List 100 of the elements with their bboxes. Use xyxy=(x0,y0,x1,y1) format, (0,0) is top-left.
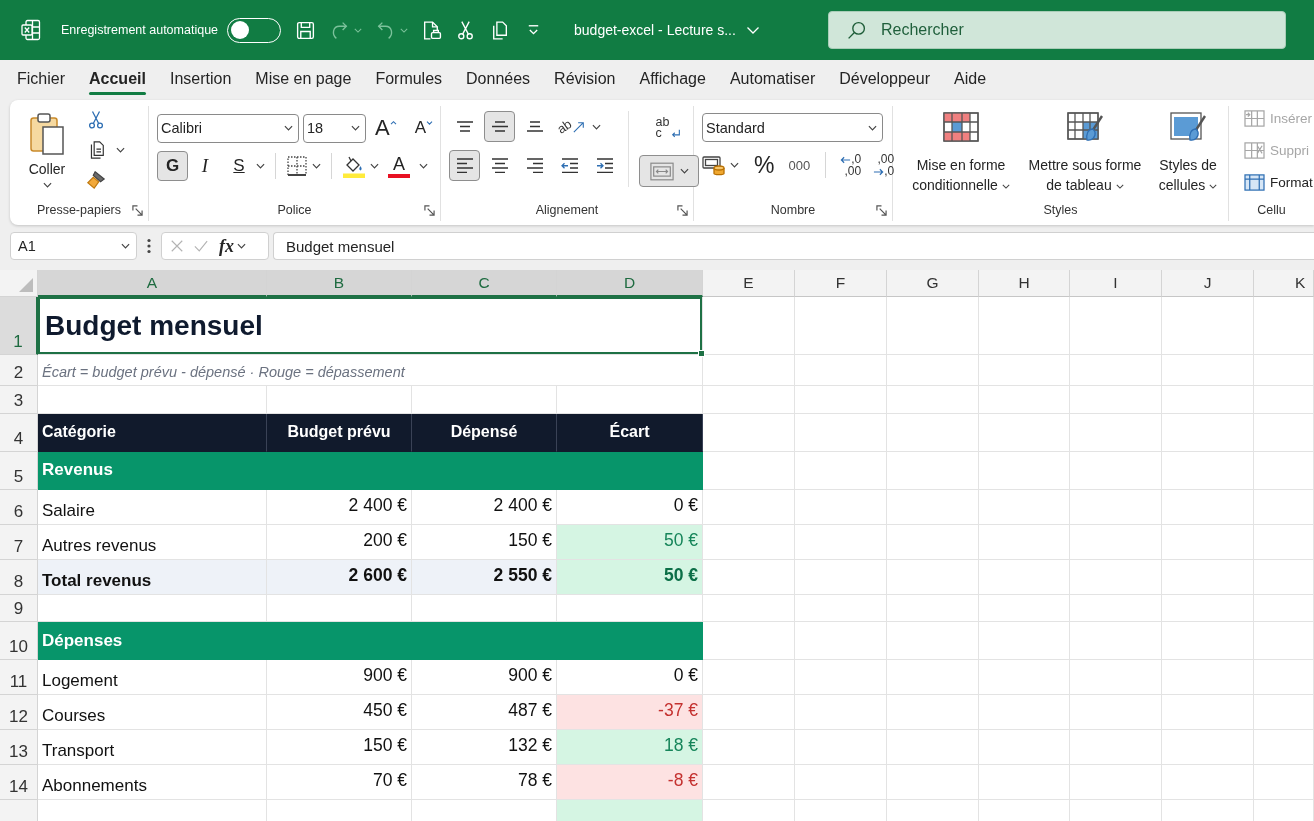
caret-icon[interactable] xyxy=(256,163,265,169)
format-cells-button[interactable]: Format xyxy=(1243,170,1314,194)
empty-cell[interactable] xyxy=(979,594,1070,622)
empty-cell[interactable] xyxy=(979,559,1070,595)
empty-cell[interactable] xyxy=(1162,451,1254,490)
menu-tab[interactable]: Formules xyxy=(363,60,455,98)
number-format-dropdown[interactable]: Standard xyxy=(702,113,883,142)
empty-cell[interactable] xyxy=(1162,297,1254,355)
caret-icon[interactable] xyxy=(419,163,428,169)
row-header[interactable]: 10 xyxy=(0,622,38,660)
check-icon[interactable] xyxy=(194,239,208,253)
format-as-table-button[interactable]: Mettre sous forme de tableau xyxy=(1020,108,1150,198)
menu-tab[interactable]: Affichage xyxy=(627,60,718,98)
empty-cell[interactable] xyxy=(1162,730,1254,765)
empty-cell[interactable] xyxy=(979,413,1070,452)
empty-cell[interactable] xyxy=(979,386,1070,414)
caret-icon[interactable] xyxy=(116,147,125,153)
percent-button[interactable]: % xyxy=(749,150,780,180)
empty-cell[interactable] xyxy=(795,413,887,452)
empty-cell[interactable] xyxy=(1070,594,1162,622)
cancel-icon[interactable] xyxy=(170,239,184,253)
empty-cell[interactable] xyxy=(1070,559,1162,595)
empty-cell[interactable] xyxy=(1254,622,1314,660)
decrease-decimal-button[interactable]: ,00 ,0 xyxy=(869,150,899,180)
empty-cell[interactable] xyxy=(887,695,979,730)
empty-cell[interactable] xyxy=(979,622,1070,660)
empty-cell[interactable] xyxy=(795,355,887,386)
dialog-launcher-icon[interactable] xyxy=(876,204,887,216)
empty-cell[interactable] xyxy=(1254,730,1314,765)
empty-cell[interactable] xyxy=(1070,451,1162,490)
empty-cell[interactable] xyxy=(887,489,979,525)
menu-tab[interactable]: Insertion xyxy=(157,60,244,98)
row-header[interactable]: 8 xyxy=(0,559,38,595)
empty-cell[interactable] xyxy=(979,355,1070,386)
bold-button[interactable]: G xyxy=(157,151,188,181)
empty-cell[interactable] xyxy=(1070,355,1162,386)
empty-cell[interactable] xyxy=(1162,524,1254,560)
empty-cell[interactable] xyxy=(703,594,795,622)
save-icon[interactable] xyxy=(295,19,317,41)
orientation-button[interactable]: ab xyxy=(554,111,589,142)
menu-tab[interactable]: Développeur xyxy=(827,60,942,98)
shrink-font-button[interactable]: A xyxy=(409,113,439,143)
excel-logo-icon[interactable] xyxy=(21,19,41,41)
empty-cell[interactable] xyxy=(1070,524,1162,560)
empty-cell[interactable] xyxy=(1254,451,1314,490)
column-header[interactable]: F xyxy=(795,270,887,297)
empty-cell[interactable] xyxy=(703,489,795,525)
increase-decimal-button[interactable]: ,0 ,00 xyxy=(836,150,866,180)
empty-cell[interactable] xyxy=(1254,355,1314,386)
row-header[interactable]: 14 xyxy=(0,765,38,800)
empty-cell[interactable] xyxy=(267,386,412,414)
row-header[interactable]: 9 xyxy=(0,594,38,622)
empty-cell[interactable] xyxy=(1162,386,1254,414)
empty-cell[interactable] xyxy=(887,297,979,355)
column-header[interactable]: B xyxy=(267,270,412,297)
caret-icon[interactable] xyxy=(730,162,739,168)
empty-cell[interactable] xyxy=(1070,297,1162,355)
select-all-icon[interactable] xyxy=(18,277,34,293)
empty-cell[interactable] xyxy=(979,297,1070,355)
dialog-launcher-icon[interactable] xyxy=(677,204,688,216)
empty-cell[interactable] xyxy=(1254,413,1314,452)
print-preview-icon[interactable] xyxy=(421,19,443,41)
empty-cell[interactable] xyxy=(1254,489,1314,525)
column-header[interactable]: E xyxy=(703,270,795,297)
column-header[interactable]: A xyxy=(38,270,267,297)
menu-tab[interactable]: Révision xyxy=(542,60,628,98)
row-header[interactable]: 13 xyxy=(0,730,38,765)
menu-tab[interactable]: Fichier xyxy=(5,60,77,98)
empty-cell[interactable] xyxy=(703,386,795,414)
dialog-launcher-icon[interactable] xyxy=(424,204,435,216)
empty-cell[interactable] xyxy=(979,489,1070,525)
empty-cell[interactable] xyxy=(887,386,979,414)
row-header[interactable]: 11 xyxy=(0,660,38,695)
empty-cell[interactable] xyxy=(1162,355,1254,386)
formula-field[interactable]: Budget mensuel xyxy=(273,232,1314,260)
vertical-dots-icon[interactable] xyxy=(147,238,151,254)
scissors-icon[interactable] xyxy=(86,110,106,130)
empty-cell[interactable] xyxy=(1254,297,1314,355)
empty-cell[interactable] xyxy=(1162,594,1254,622)
empty-cell[interactable] xyxy=(557,386,703,414)
cell-styles-button[interactable]: Styles de cellules xyxy=(1150,108,1226,198)
document-title[interactable]: budget-excel - Lecture s... xyxy=(574,22,736,38)
empty-cell[interactable] xyxy=(412,386,557,414)
empty-cell[interactable] xyxy=(1070,730,1162,765)
column-header[interactable]: I xyxy=(1070,270,1162,297)
left-align-button[interactable] xyxy=(449,150,480,181)
column-header[interactable]: H xyxy=(979,270,1070,297)
row-header[interactable]: 5 xyxy=(0,451,38,490)
paintbrush-icon[interactable] xyxy=(86,170,106,190)
italic-button[interactable]: I xyxy=(192,151,218,181)
column-header[interactable]: G xyxy=(887,270,979,297)
empty-cell[interactable] xyxy=(1070,489,1162,525)
underline-button[interactable]: S xyxy=(226,151,252,181)
font-dropdown[interactable]: Calibri xyxy=(157,113,299,143)
column-header[interactable]: C xyxy=(412,270,557,297)
empty-cell[interactable] xyxy=(887,451,979,490)
menu-tab[interactable]: Automatiser xyxy=(717,60,828,98)
empty-cell[interactable] xyxy=(887,730,979,765)
borders-icon[interactable] xyxy=(286,155,308,177)
empty-cell[interactable] xyxy=(1162,413,1254,452)
